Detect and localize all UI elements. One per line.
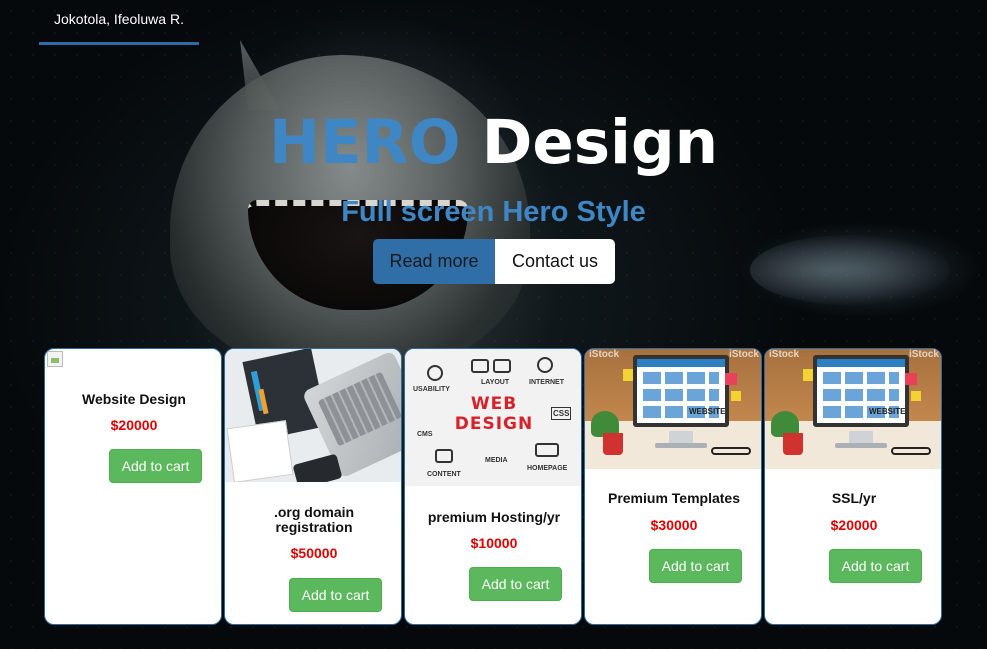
folder-icon [435, 449, 453, 463]
globe-icon [537, 357, 553, 373]
product-name: SSL/yr [831, 490, 877, 506]
hero-button-group: Read more Contact us [373, 239, 615, 284]
product-card-ssl: iStock iStock WEBSITE SSL/yr $20000 Add … [764, 348, 942, 625]
mug-shape [783, 433, 803, 455]
product-card-website-design: Website Design $20000 Add to cart [44, 348, 222, 625]
watermark-text: iStock [589, 349, 620, 360]
watermark-text: iStock [769, 349, 800, 360]
watermark-text: iStock [728, 349, 759, 360]
laptop-desk-image [225, 349, 401, 482]
website-label: WEBSITE [689, 407, 726, 416]
product-card-premium-templates: iStock iStock WEBSITE Premium Templates … [584, 348, 762, 625]
web-design-image: USABILITY LAYOUT INTERNET WEB DESIGN CSS… [405, 349, 581, 486]
add-to-cart-button[interactable]: Add to cart [289, 578, 382, 612]
add-to-cart-button[interactable]: Add to cart [109, 449, 202, 483]
product-name: premium Hosting/yr [427, 509, 561, 525]
product-price: $10000 [470, 535, 518, 551]
internet-label: INTERNET [529, 379, 564, 386]
hero-title-accent: HERO [268, 107, 461, 178]
product-name: Premium Templates [607, 490, 740, 506]
product-price: $20000 [110, 417, 158, 433]
product-name: .org domain registration [273, 504, 355, 535]
sticky-note [725, 373, 737, 385]
watermark-text: iStock [908, 349, 939, 360]
monitor-shape [633, 355, 729, 427]
product-price: $30000 [650, 517, 698, 533]
read-more-button[interactable]: Read more [373, 239, 495, 284]
homepage-label: HOMEPAGE [527, 465, 568, 472]
glasses-shape [891, 447, 931, 455]
content-label: CONTENT [427, 471, 461, 478]
monitor-base [655, 443, 707, 448]
add-to-cart-button[interactable]: Add to cart [469, 567, 562, 601]
background-shark [750, 235, 950, 305]
product-name: Website Design [82, 391, 186, 407]
mug-shape [603, 433, 623, 455]
media-label: MEDIA [485, 457, 508, 464]
sticky-note [911, 391, 921, 401]
hero-title: HERO Design [0, 108, 987, 178]
notepad-shape [226, 420, 294, 482]
phone-shape [292, 453, 343, 482]
monitor-base [835, 443, 887, 448]
product-card-org-domain: .org domain registration $50000 Add to c… [224, 348, 402, 625]
website-label: WEBSITE [869, 407, 906, 416]
add-to-cart-button[interactable]: Add to cart [649, 549, 742, 583]
browser-icon [493, 359, 511, 373]
website-monitor-image: iStock iStock WEBSITE [765, 349, 941, 469]
website-monitor-image: iStock iStock WEBSITE [585, 349, 761, 469]
sticky-note [731, 391, 741, 401]
add-to-cart-button[interactable]: Add to cart [829, 549, 922, 583]
hero-title-rest: Design [460, 107, 719, 178]
layout-label: LAYOUT [481, 379, 510, 386]
sticky-note [905, 373, 917, 385]
product-price: $50000 [290, 545, 338, 561]
nav-brand-link[interactable]: Jokotola, Ifeoluwa R. [39, 0, 199, 45]
cms-label: CMS [417, 431, 433, 438]
monitor-shape [813, 355, 909, 427]
broken-image-icon [47, 351, 63, 367]
product-card-premium-hosting: USABILITY LAYOUT INTERNET WEB DESIGN CSS… [404, 348, 582, 625]
product-price: $20000 [830, 517, 878, 533]
browser-icon [471, 359, 489, 373]
www-icon [535, 443, 559, 457]
glasses-shape [711, 447, 751, 455]
css-label: CSS [551, 407, 572, 420]
usability-label: USABILITY [413, 386, 450, 393]
product-cards: Website Design $20000 Add to cart .org d… [44, 348, 942, 625]
contact-us-button[interactable]: Contact us [495, 239, 615, 284]
hero-subtitle: Full screen Hero Style [341, 196, 646, 228]
smile-icon [427, 365, 443, 381]
